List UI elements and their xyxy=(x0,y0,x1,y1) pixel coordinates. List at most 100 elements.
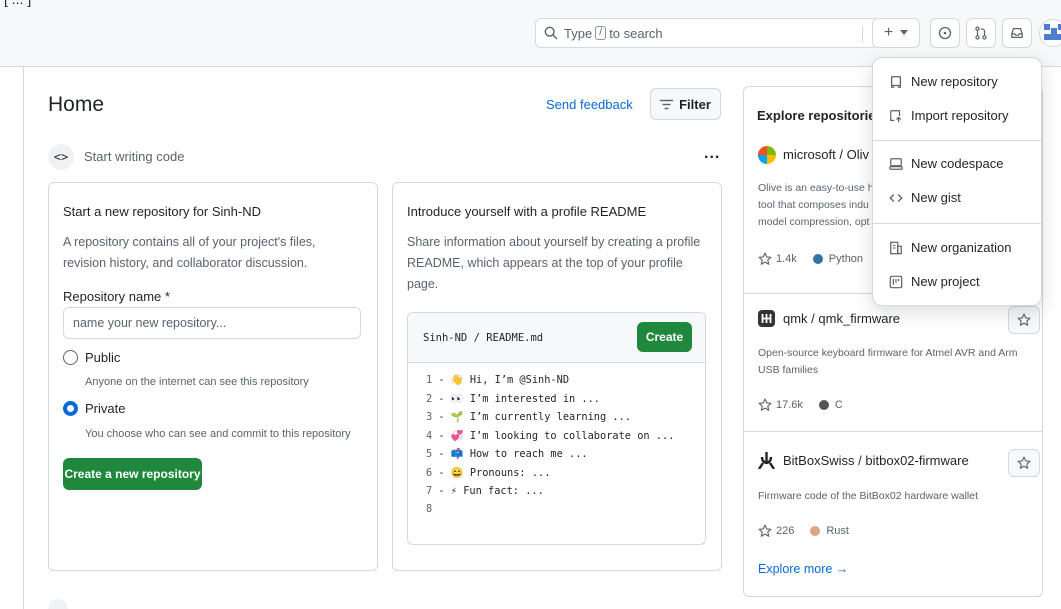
explore-title: Explore repositories xyxy=(757,108,883,123)
plus-icon: + xyxy=(883,24,894,41)
organization-icon xyxy=(890,241,902,254)
triangle-down-icon xyxy=(900,30,909,35)
divider xyxy=(744,431,1042,432)
menu-divider xyxy=(873,223,1041,224)
explore-more-link[interactable]: Explore more → xyxy=(758,562,848,576)
menu-divider xyxy=(873,140,1041,141)
project-icon xyxy=(889,275,903,288)
send-feedback-link[interactable]: Send feedback xyxy=(546,97,633,112)
page-title: Home xyxy=(48,93,105,116)
repo-meta: 1.4k Python xyxy=(758,252,863,266)
readme-preview: Sinh-ND / README.md Create 1 - 👋 Hi, I’m… xyxy=(407,312,706,545)
repository-name-input[interactable] xyxy=(63,307,361,339)
inbox-button[interactable] xyxy=(1002,18,1032,48)
repo-language: C xyxy=(834,399,843,411)
readme-card-description-2: README, which appears at the top of your… xyxy=(407,256,683,270)
repo-description: Open-source keyboard firmware for Atmel … xyxy=(758,347,1018,359)
public-description: Anyone on the internet can see this repo… xyxy=(85,376,309,388)
code-line: 2 - 👀 I’m interested in ... xyxy=(426,392,601,405)
repo-icon xyxy=(891,75,901,88)
create-repository-button[interactable]: Create a new repository xyxy=(63,458,202,490)
language-color-dot xyxy=(818,400,829,410)
repo-description: model compression, opt xyxy=(758,216,870,228)
private-radio[interactable] xyxy=(63,401,78,416)
code-icon xyxy=(889,193,903,202)
star-count: 17.6k xyxy=(776,399,803,411)
repo-push-icon xyxy=(890,109,902,122)
star-repo-button[interactable] xyxy=(1008,306,1040,334)
create-readme-button[interactable]: Create xyxy=(637,322,692,352)
search-placeholder-pre: Type xyxy=(564,25,593,41)
star-icon xyxy=(758,398,772,411)
readme-preview-header: Sinh-ND / README.md Create xyxy=(408,313,705,363)
pull-request-icon xyxy=(975,26,987,40)
star-count: 226 xyxy=(776,525,795,537)
repo-language: Python xyxy=(828,253,864,265)
avatar[interactable] xyxy=(1039,19,1061,47)
menu-item-new-project[interactable]: New project xyxy=(889,274,980,289)
repo-link-olive[interactable]: microsoft / Oliv xyxy=(783,147,869,162)
pull-requests-button[interactable] xyxy=(966,18,996,48)
next-section-icon xyxy=(48,599,68,609)
private-description: You choose who can see and commit to thi… xyxy=(85,428,351,440)
menu-item-new-organization[interactable]: New organization xyxy=(889,240,1011,255)
star-icon xyxy=(758,524,772,537)
code-line: 4 - 💞️ I’m looking to collaborate on ... xyxy=(426,429,675,442)
repo-description: Olive is an easy-to-use h xyxy=(758,182,874,194)
language-color-dot xyxy=(812,254,823,264)
menu-item-import-repository[interactable]: Import repository xyxy=(889,108,1009,123)
filter-button[interactable]: Filter xyxy=(650,88,721,120)
repo-description: USB families xyxy=(758,364,819,376)
repo-language: Rust xyxy=(826,525,849,537)
search-key-hint: / xyxy=(595,26,607,40)
star-repo-button[interactable] xyxy=(1008,449,1040,477)
left-column-border xyxy=(23,67,24,609)
code-line: 3 - 🌱 I’m currently learning ... xyxy=(426,411,632,424)
more-options-button[interactable]: ... xyxy=(704,145,720,163)
issue-icon xyxy=(938,26,952,40)
star-icon xyxy=(758,252,772,265)
top-edge-text: [ ... ] xyxy=(0,0,1061,8)
create-new-button[interactable]: + xyxy=(872,18,920,48)
repository-name-label: Repository name * xyxy=(63,289,170,304)
codespace-icon xyxy=(889,157,903,170)
code-line: 6 - 😄 Pronouns: ... xyxy=(426,466,551,479)
star-icon xyxy=(1017,456,1031,469)
repo-description: Firmware code of the BitBox02 hardware w… xyxy=(758,490,979,502)
private-label: Private xyxy=(85,401,126,416)
language-color-dot xyxy=(810,526,821,536)
readme-card-description-1: Share information about yourself by crea… xyxy=(407,235,701,249)
code-icon: <> xyxy=(48,144,74,170)
repo-description: tool that composes indu xyxy=(758,199,869,211)
filter-label: Filter xyxy=(679,96,711,112)
readme-card-title: Introduce yourself with a profile README xyxy=(407,204,647,219)
new-repo-card-description-1: A repository contains all of your projec… xyxy=(63,235,316,249)
readme-code: 1 - 👋 Hi, I’m @Sinh-ND 2 - 👀 I’m interes… xyxy=(426,373,674,522)
search-input[interactable]: Type / to search xyxy=(535,18,878,48)
start-writing-heading: Start writing code xyxy=(84,149,185,164)
identicon-icon xyxy=(1044,24,1061,40)
search-placeholder-post: to search xyxy=(609,25,663,41)
microsoft-avatar-icon xyxy=(758,146,776,164)
repo-link-bitbox02-firmware[interactable]: BitBoxSwiss / bitbox02-firmware xyxy=(783,453,969,468)
repo-link-qmk-firmware[interactable]: qmk / qmk_firmware xyxy=(783,311,900,326)
public-radio[interactable] xyxy=(63,350,78,365)
repo-meta: 17.6k C xyxy=(758,398,843,412)
code-line: 5 - 📫 How to reach me ... xyxy=(426,448,588,461)
issues-button[interactable] xyxy=(930,18,960,48)
readme-file-path: Sinh-ND / README.md xyxy=(423,332,544,344)
new-repo-card-title: Start a new repository for Sinh-ND xyxy=(63,204,261,219)
header-divider xyxy=(862,26,863,42)
code-line: 7 - ⚡ Fun fact: ... xyxy=(426,484,544,497)
menu-item-new-codespace[interactable]: New codespace xyxy=(889,156,1004,171)
code-line: 1 - 👋 Hi, I’m @Sinh-ND xyxy=(426,374,570,386)
menu-item-new-gist[interactable]: New gist xyxy=(889,190,961,205)
search-icon xyxy=(544,26,558,40)
repo-meta: 226 Rust xyxy=(758,524,849,538)
new-repo-card-description-2: revision history, and collaborator discu… xyxy=(63,256,308,270)
menu-item-new-repository[interactable]: New repository xyxy=(889,74,998,89)
code-line: 8 xyxy=(426,503,433,516)
bitbox-avatar-icon xyxy=(758,452,775,469)
inbox-icon xyxy=(1011,28,1023,38)
filter-icon xyxy=(660,99,674,109)
